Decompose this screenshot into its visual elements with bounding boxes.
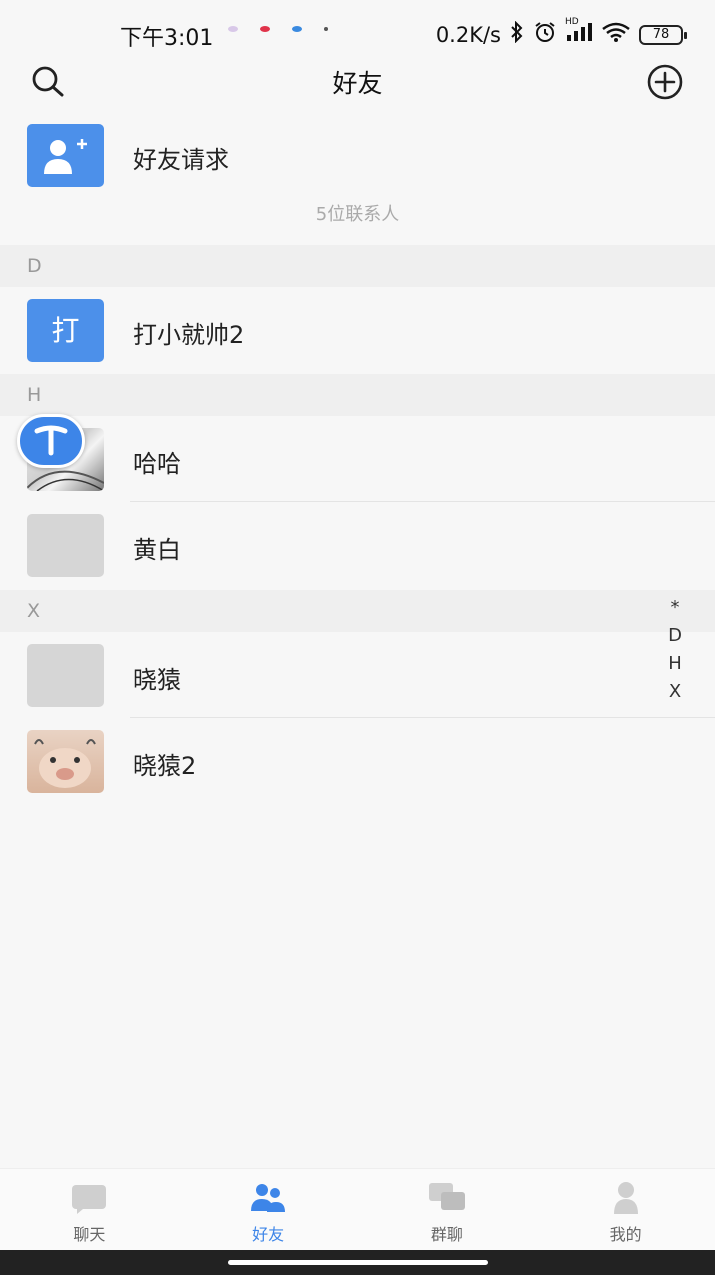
avatar: 打 [27,299,104,362]
notification-icons [228,26,328,32]
section-letter: D [27,255,42,277]
status-right: 0.2K/s HD 78 [435,17,687,49]
status-time: 下午3:01 [120,26,214,51]
friends-icon [248,1179,288,1215]
add-circle-icon[interactable] [645,62,685,102]
contact-row[interactable]: 哈哈 [0,416,715,502]
header: 好友 [0,52,715,110]
signal-icon: HD [565,17,593,48]
avatar [27,514,104,577]
tab-label: 群聊 [430,1225,463,1244]
add-user-icon [27,124,104,187]
tab-chat[interactable]: 聊天 [0,1169,179,1250]
contact-name: 晓猿 [133,666,181,694]
section-letter: X [27,600,41,622]
chat-icon [69,1179,109,1215]
contact-name: 黄白 [133,536,181,564]
tab-bar: 聊天 好友 群聊 我的 [0,1168,715,1250]
tab-friends[interactable]: 好友 [179,1169,358,1250]
tab-label: 聊天 [73,1225,106,1244]
group-chat-icon [427,1179,467,1215]
tab-label: 好友 [252,1225,285,1244]
friend-request-label: 好友请求 [133,146,229,174]
index-letter[interactable]: * [671,596,680,620]
contact-name: 打小就帅2 [133,321,245,349]
battery-icon: 78 [639,24,687,45]
tab-profile[interactable]: 我的 [536,1169,715,1250]
tab-group-chat[interactable]: 群聊 [358,1169,537,1250]
network-type: HD [565,17,579,27]
contact-row[interactable]: 晓猿 [0,632,715,718]
avatar [27,730,104,793]
contact-row[interactable]: 黄白 [0,502,715,588]
section-header-d: D [0,245,715,287]
contact-row[interactable]: 晓猿2 [0,718,715,804]
notification-icon [228,26,238,32]
section-header-h: H [0,374,715,416]
net-speed: 0.2K/s [435,22,501,47]
contact-name: 晓猿2 [133,752,197,780]
system-nav-bar [0,1250,715,1275]
avatar [27,644,104,707]
notification-icon [292,26,302,32]
contact-row[interactable]: 打 打小就帅2 [0,287,715,373]
alarm-icon [533,20,557,49]
notification-icon [260,26,270,32]
section-header-x: X [0,590,715,632]
page-title: 好友 [332,69,383,98]
more-notifications-icon [324,27,328,31]
contact-count: 5位联系人 [315,204,400,225]
tab-label: 我的 [609,1225,642,1244]
alphabet-index-bar[interactable]: * D H X [665,596,685,704]
index-letter[interactable]: X [669,680,681,704]
index-letter[interactable]: H [668,652,682,676]
floating-assistant-button[interactable] [17,414,85,468]
bluetooth-icon [509,20,525,48]
profile-icon [606,1179,646,1215]
section-letter: H [27,384,42,406]
wifi-icon [601,21,631,48]
contact-name: 哈哈 [133,450,181,478]
index-letter[interactable]: D [668,624,682,648]
friend-request-row[interactable]: 好友请求 [0,112,715,202]
home-indicator[interactable] [228,1260,488,1265]
